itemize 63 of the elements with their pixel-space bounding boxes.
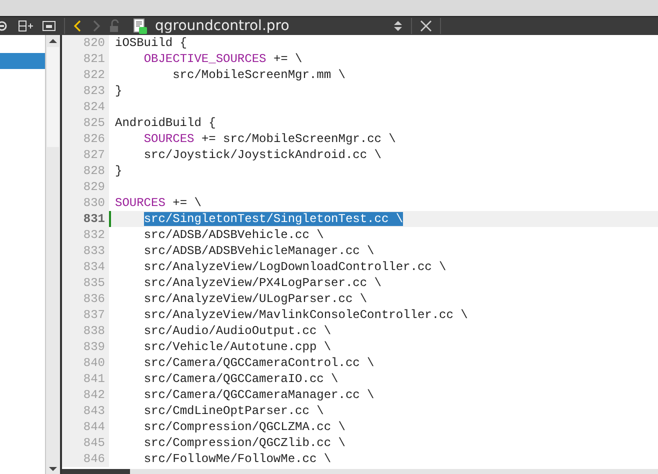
line-number: 845 bbox=[62, 435, 109, 451]
code-text: += \ bbox=[172, 196, 202, 210]
file-icon bbox=[133, 18, 147, 34]
line-number: 837 bbox=[62, 307, 109, 323]
code-text: += \ bbox=[273, 52, 302, 66]
line-number: 842 bbox=[62, 387, 109, 403]
line-number: 839 bbox=[62, 339, 109, 355]
line-number: 824 bbox=[62, 99, 109, 115]
vertical-scrollbar[interactable] bbox=[45, 35, 60, 474]
line-number: 820 bbox=[62, 35, 109, 51]
split-add-icon[interactable] bbox=[18, 19, 34, 33]
code-text: src/AnalyzeView/LogDownloadController.cc \ bbox=[144, 260, 446, 274]
code-keyword: SOURCES bbox=[115, 196, 166, 210]
code-text: src/AnalyzeView/PX4LogParser.cc \ bbox=[144, 276, 382, 290]
code-text: src/Camera/QGCCameraIO.cc \ bbox=[144, 372, 338, 386]
code-text: iOSBuild { bbox=[115, 36, 188, 50]
code-text: src/AnalyzeView/MavlinkConsoleController.cc \ bbox=[144, 308, 468, 322]
line-number: 832 bbox=[62, 227, 109, 243]
line-number: 846 bbox=[62, 451, 109, 467]
scrollbar-thumb[interactable] bbox=[47, 47, 59, 147]
line-number: 822 bbox=[62, 67, 109, 83]
code-text: src/Camera/QGCCameraControl.cc \ bbox=[144, 356, 374, 370]
line-number: 826 bbox=[62, 131, 109, 147]
line-number: 844 bbox=[62, 419, 109, 435]
code-keyword: OBJECTIVE_SOURCES bbox=[144, 52, 266, 66]
line-number: 833 bbox=[62, 243, 109, 259]
line-number: 821 bbox=[62, 51, 109, 67]
line-number: 825 bbox=[62, 115, 109, 131]
line-number: 828 bbox=[62, 163, 109, 179]
close-icon[interactable] bbox=[420, 20, 432, 32]
code-text: src/AnalyzeView/ULogParser.cc \ bbox=[144, 292, 368, 306]
line-number: 836 bbox=[62, 291, 109, 307]
code-text: } bbox=[115, 164, 122, 178]
selected-code-text: src/SingletonTest/SingletonTest.cc \ bbox=[144, 212, 404, 226]
line-number: 823 bbox=[62, 83, 109, 99]
line-number: 829 bbox=[62, 179, 109, 195]
code-text: src/MobileScreenMgr.mm \ bbox=[172, 68, 346, 82]
window-icon[interactable] bbox=[42, 20, 56, 32]
code-text: AndroidBuild { bbox=[115, 116, 216, 130]
line-number: 827 bbox=[62, 147, 109, 163]
code-text: src/ADSB/ADSBVehicle.cc \ bbox=[144, 228, 324, 242]
code-text: src/Audio/AudioOutput.cc \ bbox=[144, 324, 332, 338]
code-text: src/ADSB/ADSBVehicleManager.cc \ bbox=[144, 244, 374, 258]
line-number: 835 bbox=[62, 275, 109, 291]
line-number: 838 bbox=[62, 323, 109, 339]
horizontal-scrollbar[interactable] bbox=[62, 469, 658, 474]
code-text: += src/MobileScreenMgr.cc \ bbox=[201, 132, 396, 146]
line-number: 840 bbox=[62, 355, 109, 371]
code-keyword: SOURCES bbox=[144, 132, 194, 146]
file-name[interactable]: qgroundcontrol.pro bbox=[155, 17, 385, 35]
code-text: src/Compression/QGCLZMA.cc \ bbox=[144, 420, 346, 434]
code-text: src/Compression/QGCZlib.cc \ bbox=[144, 436, 346, 450]
code-text: } bbox=[115, 84, 122, 98]
code-text: src/Camera/QGCCameraManager.cc \ bbox=[144, 388, 374, 402]
line-number: 841 bbox=[62, 371, 109, 387]
line-number: 830 bbox=[62, 195, 109, 211]
line-number: 843 bbox=[62, 403, 109, 419]
code-text: src/Joystick/JoystickAndroid.cc \ bbox=[144, 148, 382, 162]
code-text: src/Vehicle/Autotune.cpp \ bbox=[144, 340, 332, 354]
code-text: src/CmdLineOptParser.cc \ bbox=[144, 404, 324, 418]
code-text: src/FollowMe/FollowMe.cc \ bbox=[144, 452, 332, 466]
up-down-arrows-icon[interactable] bbox=[393, 19, 403, 33]
line-number: 834 bbox=[62, 259, 109, 275]
